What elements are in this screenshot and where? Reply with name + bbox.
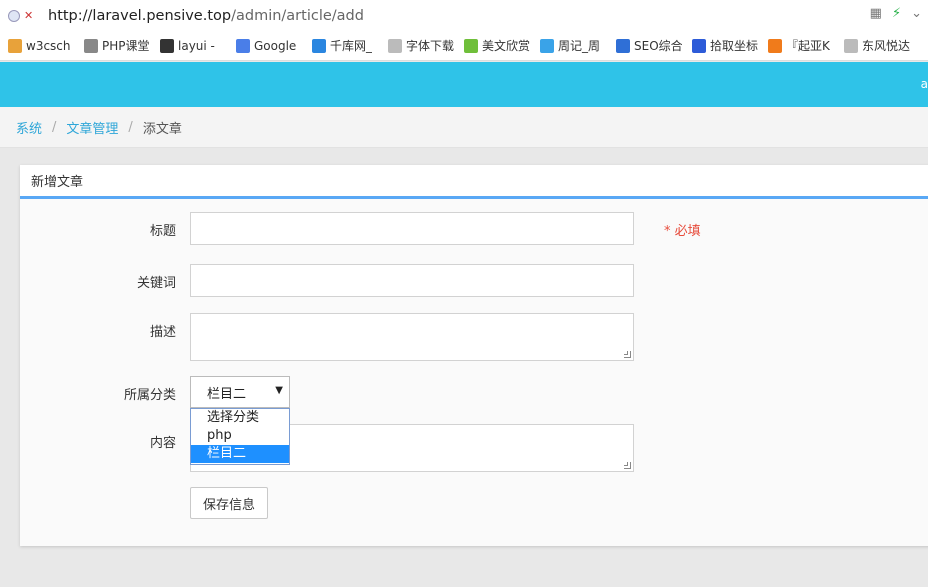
breadcrumb-separator: / xyxy=(52,119,57,135)
graduation-cap-icon xyxy=(84,38,98,53)
bookmark-item[interactable]: Google xyxy=(234,31,304,60)
title-label: 标题 xyxy=(149,224,176,239)
page-icon xyxy=(388,38,402,53)
required-hint: * 必填 xyxy=(664,224,701,239)
qr-icon[interactable]: ▦ xyxy=(870,6,882,21)
google-translate-icon xyxy=(236,38,250,53)
w3c-icon xyxy=(8,38,22,53)
bookmark-item[interactable]: 千库网_ xyxy=(310,31,380,60)
bookmark-label: Google xyxy=(254,38,297,53)
heart-icon xyxy=(540,38,554,53)
category-selected-value: 栏目二 xyxy=(207,386,247,402)
add-article-panel: 新增文章 标题 * 必填 关键词 描述 内容 所属分类 栏目二 ▼ 选择分类 p… xyxy=(20,165,928,546)
title-input[interactable] xyxy=(190,212,634,245)
bolt-icon[interactable]: ⚡ xyxy=(892,6,901,21)
breadcrumb-current: 添文章 xyxy=(142,121,182,137)
breadcrumb: 系统 / 文章管理 / 添文章 xyxy=(0,107,928,148)
bookmark-label: SEO综合 xyxy=(634,39,682,53)
bookmark-label: 拾取坐标 xyxy=(710,39,758,53)
category-label: 所属分类 xyxy=(123,388,176,403)
maoyun-icon xyxy=(768,38,782,53)
category-select[interactable]: 栏目二 ▼ xyxy=(190,376,290,408)
layui-icon xyxy=(160,38,174,53)
address-bar: ✕ http://laravel.pensive.top/admin/artic… xyxy=(0,0,928,31)
bookmark-item[interactable]: PHP课堂 xyxy=(82,31,152,60)
breadcrumb-separator: / xyxy=(128,119,133,135)
resize-grip-icon[interactable] xyxy=(624,462,631,469)
paw-icon xyxy=(692,38,706,53)
chevron-down-icon[interactable]: ⌄ xyxy=(911,6,922,21)
category-option[interactable]: 选择分类 xyxy=(191,409,289,427)
bookmark-item[interactable]: SEO综合 xyxy=(614,31,684,60)
leaf-icon xyxy=(464,38,478,53)
category-dropdown-list: 选择分类 php 栏目二 xyxy=(190,408,290,465)
keywords-input[interactable] xyxy=(190,264,634,297)
url-scheme: http:// xyxy=(48,7,93,24)
bookmark-label: 千库网_ xyxy=(330,39,373,53)
bookmark-label: 东风悦达 xyxy=(862,39,910,53)
bookmark-label: 字体下载 xyxy=(406,39,454,53)
bookmark-label: layui - xyxy=(178,38,215,53)
url-host: laravel.pensive.top xyxy=(92,7,232,24)
page-icon xyxy=(844,38,858,53)
security-dot-icon[interactable] xyxy=(8,9,20,22)
bookmark-item[interactable]: 『起亚K xyxy=(766,31,836,60)
description-textarea[interactable] xyxy=(190,313,634,361)
keywords-label: 关键词 xyxy=(136,276,176,291)
url-field[interactable]: http://laravel.pensive.top/admin/article… xyxy=(48,8,364,24)
bookmark-label: 美文欣赏 xyxy=(482,39,530,53)
content-label: 内容 xyxy=(149,436,176,451)
bookmarks-bar: w3csch PHP课堂 layui - Google 千库网_ 字体下载 美文欣赏 周记_周… xyxy=(0,31,928,61)
breadcrumb-article-manage[interactable]: 文章管理 xyxy=(66,118,118,137)
admin-header: a xyxy=(0,62,928,107)
insecure-icon[interactable]: ✕ xyxy=(24,9,40,22)
bookmark-label: 『起亚K xyxy=(786,39,830,53)
user-menu[interactable]: a xyxy=(921,77,928,91)
bookmark-item[interactable]: 美文欣赏 xyxy=(462,31,532,60)
bookmark-label: 周记_周 xyxy=(558,39,601,53)
dropdown-arrow-icon[interactable]: ▼ xyxy=(275,385,283,396)
qianku-icon xyxy=(312,38,326,53)
resize-grip-icon[interactable] xyxy=(624,351,631,358)
save-button[interactable]: 保存信息 xyxy=(190,487,268,519)
breadcrumb-system[interactable]: 系统 xyxy=(16,118,42,137)
bookmark-item[interactable]: 字体下载 xyxy=(386,31,456,60)
url-path: /admin/article/add xyxy=(231,7,364,24)
bookmark-item[interactable]: 周记_周 xyxy=(538,31,608,60)
panel-title: 新增文章 xyxy=(20,165,928,199)
seo-icon xyxy=(616,38,630,53)
bookmark-label: PHP课堂 xyxy=(102,39,150,53)
bookmark-item[interactable]: 东风悦达 xyxy=(842,31,912,60)
category-option[interactable]: php xyxy=(191,427,289,445)
bookmark-item[interactable]: layui - xyxy=(158,31,228,60)
description-label: 描述 xyxy=(149,325,176,340)
bookmark-item[interactable]: w3csch xyxy=(6,31,76,60)
category-option-selected[interactable]: 栏目二 xyxy=(191,445,289,463)
bookmark-item[interactable]: 拾取坐标 xyxy=(690,31,760,60)
bookmark-label: w3csch xyxy=(26,38,71,53)
